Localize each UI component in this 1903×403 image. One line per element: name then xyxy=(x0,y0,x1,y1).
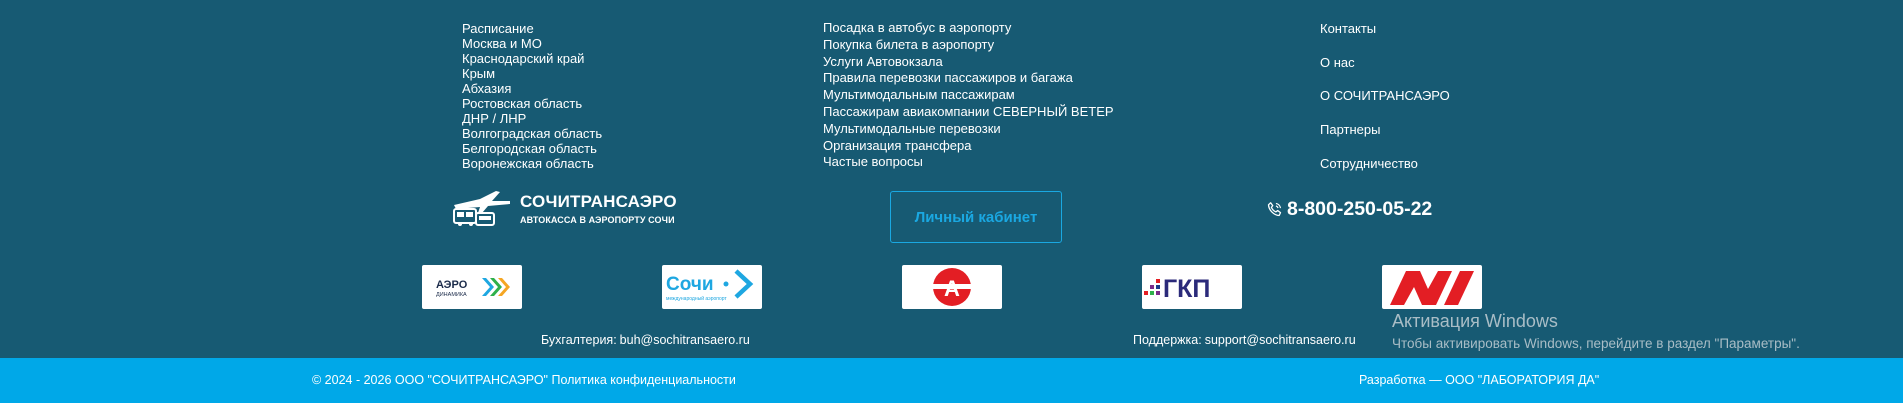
footer-link-contacts[interactable]: Контакты xyxy=(1320,21,1450,37)
support-contact: Поддержка: support@sochitransaero.ru xyxy=(1133,333,1356,347)
footer-link-voronezh[interactable]: Воронежская область xyxy=(462,156,602,171)
gkp-logo-icon: ГКП xyxy=(1144,275,1210,303)
sochi-text: Сочи xyxy=(666,274,714,295)
sochi-airport-logo-icon: Сочи международный аэропорт xyxy=(666,269,754,302)
nordwind-logo-icon xyxy=(1390,271,1474,305)
a-bus-logo-icon: А xyxy=(932,268,972,306)
footer-link-schedule[interactable]: Расписание xyxy=(462,21,602,36)
accounting-contact: Бухгалтерия: buh@sochitransaero.ru xyxy=(541,333,750,347)
windows-activation-watermark: Активация Windows Чтобы активировать Win… xyxy=(1392,310,1800,352)
footer-link-moscow[interactable]: Москва и МО xyxy=(462,36,602,51)
footer-link-volgograd[interactable]: Волгоградская область xyxy=(462,126,602,141)
footer-link-multimodal-transport[interactable]: Мультимодальные перевозки xyxy=(823,121,1114,138)
developer-credit[interactable]: Разработка — ООО "ЛАБОРАТОРИЯ ДА" xyxy=(1359,373,1599,387)
a-logo-text: А xyxy=(944,276,960,301)
footer-link-partners[interactable]: Партнеры xyxy=(1320,122,1450,138)
footer-link-faq[interactable]: Частые вопросы xyxy=(823,154,1114,171)
brand-tagline: АВТОКАССА В АЭРОПОРТУ СОЧИ xyxy=(520,214,675,225)
activation-title: Активация Windows xyxy=(1392,311,1558,331)
footer-link-abkhazia[interactable]: Абхазия xyxy=(462,81,602,96)
footer-link-transfer[interactable]: Организация трансфера xyxy=(823,138,1114,155)
gkp-text: ГКП xyxy=(1163,275,1210,303)
aerodinamika-text: АЭРО xyxy=(436,279,468,291)
phone-contact[interactable]: 8-800-250-05-22 xyxy=(1266,198,1432,221)
footer-link-rostov[interactable]: Ростовская область xyxy=(462,96,602,111)
footer-link-baggage-rules[interactable]: Правила перевозки пассажиров и багажа xyxy=(823,70,1114,87)
footer-column-company: Контакты О нас О СОЧИТРАНСАЭРО Партнеры … xyxy=(1320,21,1450,189)
phone-icon xyxy=(1267,202,1282,217)
phone-number: 8-800-250-05-22 xyxy=(1287,198,1433,220)
footer-link-nordwind-passengers[interactable]: Пассажирам авиакомпании СЕВЕРНЫЙ ВЕТЕР xyxy=(823,104,1114,121)
aerodinamika-subtext: ДИНАМИКА xyxy=(436,292,467,298)
footer-link-about[interactable]: О нас xyxy=(1320,55,1450,71)
support-label: Поддержка: xyxy=(1133,333,1202,347)
partner-logo-aerodinamika[interactable]: АЭРО ДИНАМИКА xyxy=(422,265,522,309)
partner-logo-sochi-airport[interactable]: Сочи международный аэропорт xyxy=(662,265,762,309)
sochi-subtext: международный аэропорт xyxy=(666,295,727,302)
personal-account-button[interactable]: Личный кабинет xyxy=(890,191,1062,243)
copyright-text[interactable]: © 2024 - 2026 ООО "СОЧИТРАНСАЭРО" Полити… xyxy=(312,373,736,387)
support-email-link[interactable]: support@sochitransaero.ru xyxy=(1205,333,1356,347)
footer-link-cooperation[interactable]: Сотрудничество xyxy=(1320,156,1450,172)
brand-logo[interactable]: СОЧИТРАНСАЭРО АВТОКАССА В АЭРОПОРТУ СОЧИ xyxy=(452,189,677,227)
bottom-bar: © 2024 - 2026 ООО "СОЧИТРАНСАЭРО" Полити… xyxy=(0,358,1903,403)
footer-link-belgorod[interactable]: Белгородская область xyxy=(462,141,602,156)
footer-link-crimea[interactable]: Крым xyxy=(462,66,602,81)
accounting-label: Бухгалтерия: xyxy=(541,333,617,347)
accounting-email-link[interactable]: buh@sochitransaero.ru xyxy=(620,333,750,347)
footer-link-boarding[interactable]: Посадка в автобус в аэропорту xyxy=(823,20,1114,37)
footer-link-dnr-lnr[interactable]: ДНР / ЛНР xyxy=(462,111,602,126)
activation-subtitle: Чтобы активировать Windows, перейдите в … xyxy=(1392,336,1800,351)
footer-link-multimodal-passengers[interactable]: Мультимодальным пассажирам xyxy=(823,87,1114,104)
footer-link-station-services[interactable]: Услуги Автовокзала xyxy=(823,54,1114,71)
footer-link-krasnodar[interactable]: Краснодарский край xyxy=(462,51,602,66)
footer-link-about-company[interactable]: О СОЧИТРАНСАЭРО xyxy=(1320,88,1450,104)
footer-column-destinations: Расписание Москва и МО Краснодарский кра… xyxy=(462,21,602,171)
bus-plane-icon xyxy=(453,191,510,226)
partner-logo-gkp[interactable]: ГКП xyxy=(1142,265,1242,309)
footer-link-ticket-purchase[interactable]: Покупка билета в аэропорту xyxy=(823,37,1114,54)
partner-logo-a[interactable]: А xyxy=(902,265,1002,309)
brand-name: СОЧИТРАНСАЭРО xyxy=(520,191,677,211)
aerodinamika-logo-icon: АЭРО ДИНАМИКА xyxy=(436,278,510,298)
footer-column-passengers: Посадка в автобус в аэропорту Покупка би… xyxy=(823,20,1114,171)
partner-logo-nordwind[interactable] xyxy=(1382,265,1482,309)
